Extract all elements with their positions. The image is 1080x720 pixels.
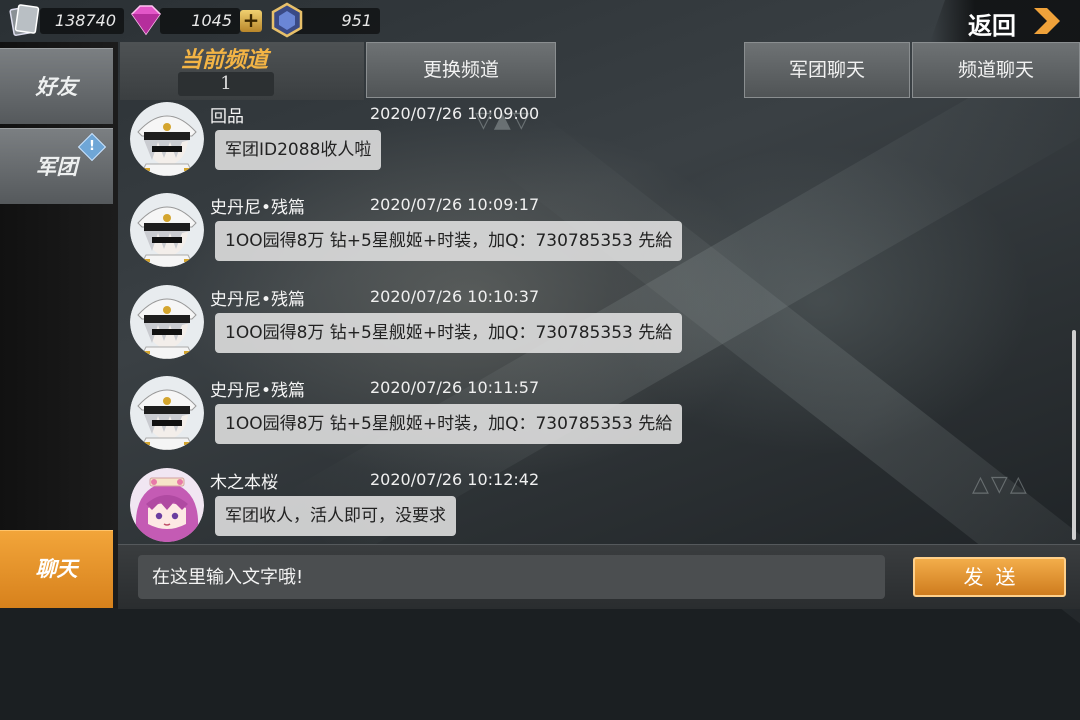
message-bubble: 军团ID2088收人啦: [215, 130, 382, 170]
list-item: 史丹尼•残篇 2020/07/26 10:10:37 1OO园得8万 钻+5星舰…: [118, 285, 1058, 377]
sender-name: 回品: [210, 107, 244, 127]
message-scrollbar[interactable]: [1072, 330, 1076, 540]
message-timestamp: 2020/07/26 10:11:57: [370, 378, 540, 397]
avatar[interactable]: [130, 102, 204, 176]
message-timestamp: 2020/07/26 10:12:42: [370, 470, 540, 489]
message-bubble: 军团收人，活人即可，没要求: [215, 496, 456, 536]
message-bubble: 1OO园得8万 钻+5星舰姬+时装，加Q：730785353 先給: [215, 404, 683, 444]
channel-header: 当前频道 1 更换频道 军团聊天 频道聊天: [118, 42, 1080, 100]
switch-channel-label: 更换频道: [422, 59, 499, 81]
card-stack-icon: [9, 4, 40, 36]
chat-input-bar: 发送: [118, 544, 1080, 609]
list-item: 回品 2020/07/26 10:09:00 军团ID2088收人啦: [118, 102, 1058, 194]
tab-legion-chat[interactable]: 军团聊天: [744, 42, 910, 98]
message-timestamp: 2020/07/26 10:09:17: [370, 195, 540, 214]
avatar[interactable]: [130, 376, 204, 450]
medal-count: 951: [341, 11, 372, 30]
diamond-icon: [131, 5, 161, 36]
diamond-count: 1045: [191, 11, 232, 30]
tab-channel-chat[interactable]: 频道聊天: [912, 42, 1080, 98]
avatar[interactable]: [130, 468, 204, 542]
avatar[interactable]: [130, 193, 204, 267]
sidebar-item-chat[interactable]: 聊天: [0, 530, 113, 608]
message-list[interactable]: 回品 2020/07/26 10:09:00 军团ID2088收人啦 史丹尼•残…: [118, 100, 1080, 542]
list-item: 史丹尼•残篇 2020/07/26 10:11:57 1OO园得8万 钻+5星舰…: [118, 376, 1058, 468]
resource-bar: 138740 1045 + 951 返回: [0, 0, 1080, 42]
back-button[interactable]: 返回: [930, 0, 1080, 42]
switch-channel-button[interactable]: 更换频道: [366, 42, 556, 98]
list-item: 木之本桜 2020/07/26 10:12:42 军团收人，活人即可，没要求: [118, 468, 1058, 542]
send-label: 发送: [963, 565, 1028, 589]
sender-name: 史丹尼•残篇: [210, 290, 306, 310]
message-timestamp: 2020/07/26 10:09:00: [370, 104, 540, 123]
message-timestamp: 2020/07/26 10:10:37: [370, 287, 540, 306]
current-channel-title: 当前频道: [180, 47, 269, 73]
tab-label: 军团聊天: [788, 59, 865, 81]
sidebar-item-label: 好友: [35, 74, 78, 99]
message-bubble: 1OO园得8万 钻+5星舰姬+时装，加Q：730785353 先給: [215, 313, 683, 353]
message-bubble: 1OO园得8万 钻+5星舰姬+时装，加Q：730785353 先給: [215, 221, 683, 261]
sender-name: 木之本桜: [210, 473, 278, 493]
sender-name: 史丹尼•残篇: [210, 381, 306, 401]
cards-counter: 138740: [40, 8, 124, 34]
diamond-counter: 1045: [160, 8, 240, 34]
sender-name: 史丹尼•残篇: [210, 198, 306, 218]
send-button[interactable]: 发送: [913, 557, 1066, 597]
sidebar-item-label: 聊天: [35, 556, 78, 581]
sidebar-item-legion[interactable]: 军团 !: [0, 128, 113, 204]
sidebar-item-friends[interactable]: 好友: [0, 48, 113, 124]
chevron-right-icon: [1034, 8, 1060, 34]
medal-icon: [271, 2, 303, 38]
sidebar-item-label: 军团: [35, 154, 78, 179]
tab-label: 频道聊天: [957, 59, 1034, 81]
cards-count: 138740: [54, 11, 116, 30]
current-channel-panel: 当前频道 1: [120, 42, 364, 100]
back-label: 返回: [968, 11, 1016, 40]
add-diamond-button[interactable]: +: [240, 10, 262, 32]
current-channel-number: 1: [178, 72, 274, 96]
notification-badge-icon: !: [77, 132, 107, 162]
chat-input[interactable]: [138, 555, 885, 599]
sidebar: 好友 军团 ! 聊天: [0, 42, 118, 608]
list-item: 史丹尼•残篇 2020/07/26 10:09:17 1OO园得8万 钻+5星舰…: [118, 193, 1058, 285]
avatar[interactable]: [130, 285, 204, 359]
